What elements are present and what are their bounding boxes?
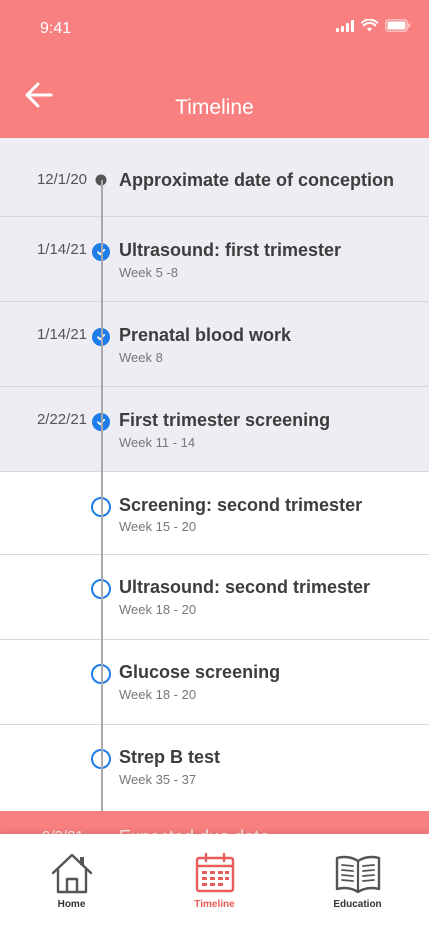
item-date: 2/22/21 <box>36 411 87 428</box>
tab-bar: Home Timeline Education <box>0 834 429 931</box>
timeline-item-strep-b[interactable]: Strep B test Week 35 - 37 <box>0 725 429 811</box>
item-weeks: Week 15 - 20 <box>119 519 197 534</box>
tab-label: Education <box>333 899 382 910</box>
timeline-item-glucose[interactable]: Glucose screening Week 18 - 20 <box>0 640 429 725</box>
timeline-item-second-screening[interactable]: Screening: second trimester Week 15 - 20 <box>0 472 429 555</box>
timeline-list: 12/1/20 Approximate date of conception 1… <box>0 138 429 811</box>
battery-icon <box>385 19 411 32</box>
tab-education[interactable]: Education <box>286 834 429 931</box>
wifi-icon <box>361 19 378 32</box>
item-weeks: Week 35 - 37 <box>119 772 197 787</box>
item-date: 1/14/21 <box>36 241 87 258</box>
timeline-item-second-ultrasound[interactable]: Ultrasound: second trimester Week 18 - 2… <box>0 555 429 640</box>
cellular-signal-icon <box>336 19 354 32</box>
item-title: Prenatal blood work <box>119 325 292 345</box>
timeline-connector-line <box>101 180 103 830</box>
status-time: 9:41 <box>40 20 72 37</box>
timeline-item-blood-work[interactable]: 1/14/21 Prenatal blood work Week 8 <box>0 302 429 387</box>
timeline-item-first-screening[interactable]: 2/22/21 First trimester screening Week 1… <box>0 387 429 472</box>
item-title: Glucose screening <box>119 662 281 682</box>
status-icons <box>336 19 411 32</box>
tab-home[interactable]: Home <box>0 834 143 931</box>
item-weeks: Week 18 - 20 <box>119 687 197 702</box>
item-weeks: Week 8 <box>119 350 163 365</box>
timeline-item-ultrasound-first[interactable]: 1/14/21 Ultrasound: first trimester Week… <box>0 217 429 302</box>
tab-timeline[interactable]: Timeline <box>143 834 286 931</box>
item-title: Approximate date of conception <box>119 170 395 190</box>
item-date: 1/14/21 <box>36 326 87 343</box>
item-title: First trimester screening <box>119 410 331 430</box>
item-title: Screening: second trimester <box>119 495 363 515</box>
item-title: Strep B test <box>119 747 221 767</box>
timeline-screen: 9:41 Timeline 12/1/20 Approximate date o… <box>0 0 429 931</box>
calendar-icon <box>195 852 234 893</box>
timeline-item-conception[interactable]: 12/1/20 Approximate date of conception <box>0 138 429 217</box>
item-weeks: Week 18 - 20 <box>119 602 197 617</box>
house-icon <box>51 853 92 894</box>
item-date: 12/1/20 <box>36 171 87 188</box>
book-icon <box>335 855 380 894</box>
header: 9:41 Timeline <box>0 0 429 138</box>
item-weeks: Week 11 - 14 <box>119 435 196 450</box>
tab-label: Timeline <box>194 899 235 910</box>
item-title: Ultrasound: second trimester <box>119 577 371 597</box>
tab-label: Home <box>57 899 86 910</box>
item-title: Ultrasound: first trimester <box>119 240 342 260</box>
page-title: Timeline <box>175 96 254 119</box>
item-weeks: Week 5 -8 <box>119 265 179 280</box>
